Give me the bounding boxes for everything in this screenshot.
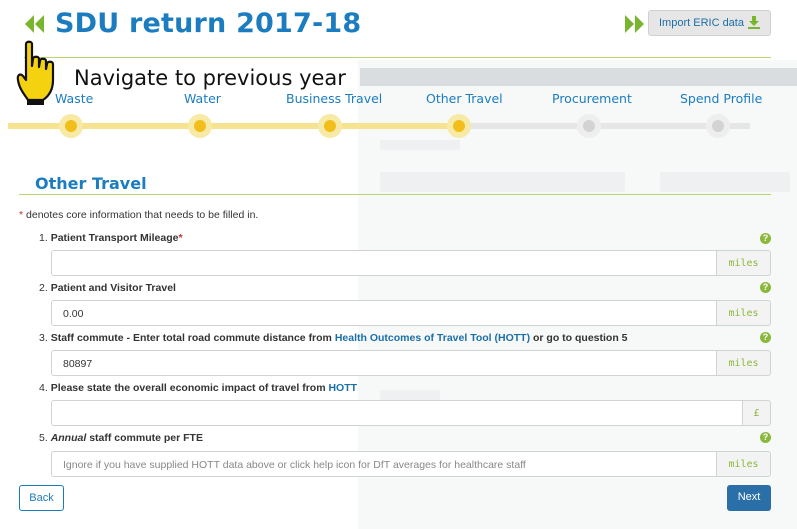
patient-visitor-travel-input[interactable]: 0.00: [51, 300, 717, 326]
core-info-note: * denotes core information that needs to…: [19, 209, 258, 221]
navigate-tooltip: Navigate to previous year: [70, 66, 350, 90]
step-label-procurement[interactable]: Procurement: [552, 91, 632, 106]
question-text: staff commute per FTE: [86, 432, 203, 444]
staff-commute-distance-input[interactable]: 80897: [51, 350, 717, 376]
annual-staff-commute-input[interactable]: Ignore if you have supplied HOTT data ab…: [51, 451, 717, 477]
page-title: SDU return 2017-18: [55, 8, 362, 39]
question-2-label: 2. Patient and Visitor Travel: [39, 282, 176, 294]
question-number: 4.: [39, 382, 48, 394]
required-star: *: [178, 232, 183, 244]
question-number: 5.: [39, 432, 48, 444]
hott-tool-link[interactable]: Health Outcomes of Travel Tool (HOTT): [335, 332, 530, 344]
background-overlay-line: [380, 172, 625, 192]
question-text: Patient and Visitor Travel: [50, 282, 176, 294]
patient-transport-mileage-input[interactable]: [51, 250, 717, 276]
help-circle-icon[interactable]: ?: [760, 432, 771, 443]
step-dot-business-travel[interactable]: [318, 114, 342, 138]
next-button[interactable]: Next: [727, 485, 771, 511]
step-label-spend-profile[interactable]: Spend Profile: [680, 91, 762, 106]
background-overlay-line: [380, 390, 440, 400]
step-dot-spend-profile[interactable]: [706, 114, 730, 138]
step-dot-other-travel[interactable]: [447, 114, 471, 138]
question-5-label: 5. Annual staff commute per FTE: [39, 432, 203, 444]
header-divider: [24, 57, 771, 58]
unit-miles: miles: [717, 300, 771, 326]
back-button[interactable]: Back: [19, 485, 64, 511]
unit-miles: miles: [717, 350, 771, 376]
economic-impact-input[interactable]: [51, 400, 743, 426]
unit-pound: £: [743, 400, 771, 426]
question-text: or go to question 5: [530, 332, 628, 344]
question-text: Please state the overall economic impact…: [50, 382, 329, 394]
question-3-label: 3. Staff commute - Enter total road comm…: [39, 332, 628, 344]
question-number: 1.: [39, 232, 48, 244]
import-button-label: Import ERIC data: [659, 17, 744, 29]
step-dot-waste[interactable]: [59, 114, 83, 138]
help-circle-icon[interactable]: ?: [760, 332, 771, 343]
help-circle-icon[interactable]: ?: [760, 282, 771, 293]
background-overlay-line: [380, 140, 460, 150]
step-label-water[interactable]: Water: [184, 91, 221, 106]
unit-miles: miles: [717, 451, 771, 477]
step-dot-procurement[interactable]: [577, 114, 601, 138]
section-divider: [19, 194, 771, 195]
question-number: 2.: [39, 282, 48, 294]
pointing-hand-cursor-icon: [16, 40, 68, 111]
help-circle-icon[interactable]: ?: [760, 233, 771, 244]
question-4-label: 4. Please state the overall economic imp…: [39, 382, 357, 394]
page-header: SDU return 2017-18 Import ERIC data: [0, 0, 797, 60]
import-eric-data-button[interactable]: Import ERIC data: [648, 10, 771, 36]
background-overlay-line: [660, 172, 790, 192]
question-emphasis: Annual: [50, 432, 87, 444]
core-note-text: denotes core information that needs to b…: [23, 209, 259, 221]
unit-miles: miles: [717, 250, 771, 276]
question-text: Patient Transport Mileage: [50, 232, 179, 244]
section-title: Other Travel: [35, 174, 147, 193]
step-label-other-travel[interactable]: Other Travel: [426, 91, 503, 106]
question-number: 3.: [39, 332, 48, 344]
hott-link[interactable]: HOTT: [328, 382, 357, 394]
double-chevron-left-icon[interactable]: [24, 14, 46, 39]
download-icon: [748, 16, 760, 32]
background-overlay-bar: [360, 68, 797, 86]
question-1-label: 1. Patient Transport Mileage*: [39, 232, 183, 244]
step-dot-water[interactable]: [188, 114, 212, 138]
step-label-business-travel[interactable]: Business Travel: [286, 91, 382, 106]
double-chevron-right-icon[interactable]: [624, 14, 646, 39]
question-text: Staff commute - Enter total road commute…: [50, 332, 335, 344]
